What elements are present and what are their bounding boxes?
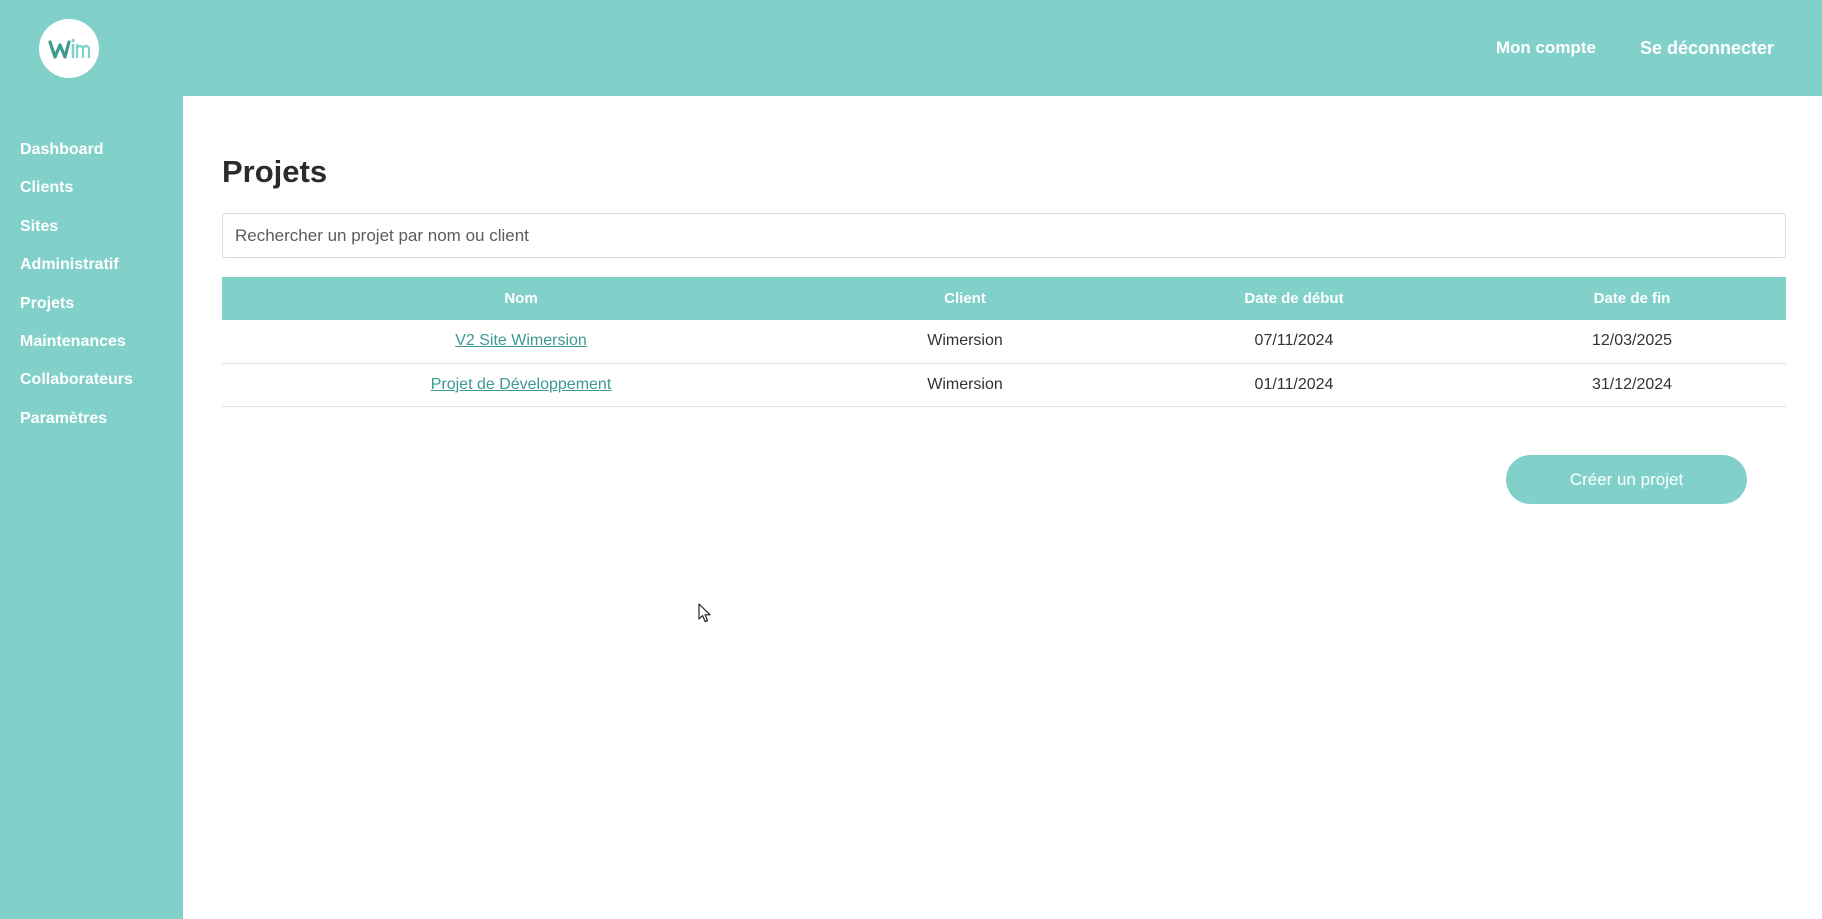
column-header-date-debut[interactable]: Date de début xyxy=(1110,277,1478,320)
search-input[interactable] xyxy=(222,213,1786,258)
wim-logo-icon[interactable] xyxy=(39,19,99,78)
mouse-pointer-icon xyxy=(698,603,712,628)
sidebar-item-dashboard[interactable]: Dashboard xyxy=(0,131,183,169)
sidebar-item-collaborateurs[interactable]: Collaborateurs xyxy=(0,361,183,399)
column-header-date-fin[interactable]: Date de fin xyxy=(1478,277,1786,320)
top-header: Mon compte Se déconnecter xyxy=(0,0,1822,96)
cell-date-debut: 07/11/2024 xyxy=(1254,332,1334,350)
cell-nom: Projet de Développement xyxy=(222,363,820,406)
cell-nom: V2 Site Wimersion xyxy=(222,320,820,363)
cell-date-fin: 31/12/2024 xyxy=(1591,375,1673,393)
app-window: Mon compte Se déconnecter Dashboard Clie… xyxy=(0,0,1822,919)
table-header-row: Nom Client Date de début Date de fin xyxy=(222,277,1786,320)
table-header: Nom Client Date de début Date de fin xyxy=(222,277,1786,320)
logout-link[interactable]: Se déconnecter xyxy=(1640,38,1774,59)
header-nav: Mon compte Se déconnecter xyxy=(1496,0,1774,96)
sidebar: Dashboard Clients Sites Administratif Pr… xyxy=(0,96,183,919)
table-row: V2 Site Wimersion Wimersion 07/11/2024 1… xyxy=(222,320,1786,363)
project-link[interactable]: Projet de Développement xyxy=(431,376,612,393)
column-header-nom[interactable]: Nom xyxy=(222,277,820,320)
cell-client: Wimersion xyxy=(927,375,1003,393)
main-content: Projets Nom Client Date de début Date de… xyxy=(183,96,1822,919)
create-project-button[interactable]: Créer un projet xyxy=(1506,455,1747,504)
sidebar-item-parametres[interactable]: Paramètres xyxy=(0,400,183,438)
cell-date-debut: 01/11/2024 xyxy=(1254,375,1334,393)
sidebar-item-administratif[interactable]: Administratif xyxy=(0,246,183,284)
projects-table: Nom Client Date de début Date de fin V2 … xyxy=(222,277,1786,407)
sidebar-nav: Dashboard Clients Sites Administratif Pr… xyxy=(0,96,183,438)
table-row: Projet de Développement Wimersion 01/11/… xyxy=(222,363,1786,406)
sidebar-item-projets[interactable]: Projets xyxy=(0,285,183,323)
table-body: V2 Site Wimersion Wimersion 07/11/2024 1… xyxy=(222,320,1786,406)
project-link[interactable]: V2 Site Wimersion xyxy=(455,332,587,349)
sidebar-item-clients[interactable]: Clients xyxy=(0,169,183,207)
column-header-client[interactable]: Client xyxy=(820,277,1110,320)
cell-client: Wimersion xyxy=(927,332,1003,350)
page-title: Projets xyxy=(222,154,328,189)
cell-date-fin: 12/03/2025 xyxy=(1591,332,1673,350)
sidebar-item-sites[interactable]: Sites xyxy=(0,208,183,246)
account-link[interactable]: Mon compte xyxy=(1496,38,1596,58)
sidebar-item-maintenances[interactable]: Maintenances xyxy=(0,323,183,361)
